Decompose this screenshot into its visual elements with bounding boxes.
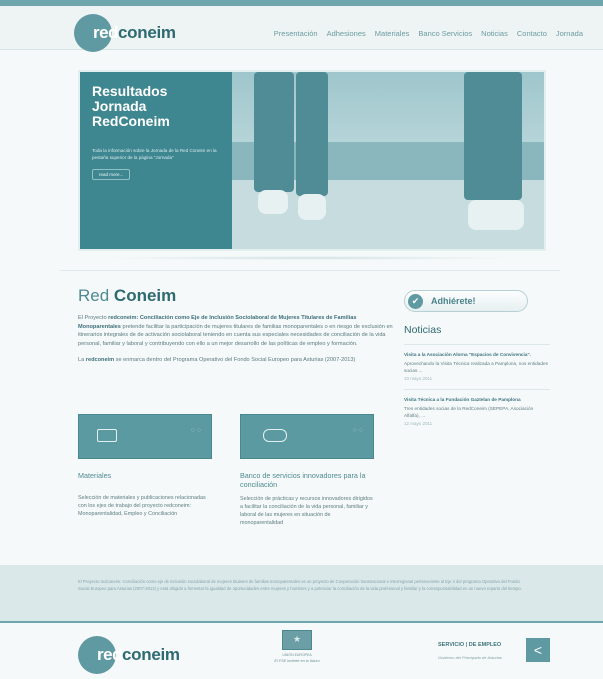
child-leg-left (254, 72, 294, 192)
card-banco-title[interactable]: Banco de servicios innovadores para la c… (240, 471, 374, 489)
nav-presentacion[interactable]: Presentación (274, 29, 318, 38)
news-item-body: Aprovechando la Visita Técnica realizada… (404, 361, 548, 373)
folder-icon (97, 429, 117, 442)
footer-logo[interactable]: red coneim (78, 636, 180, 674)
servicio-text-a: SERVICIO (438, 642, 465, 648)
servicio-mark-icon: < (526, 638, 550, 662)
hero-title: Resultados Jornada RedConeim (92, 83, 170, 129)
page-title: Red Coneim (78, 286, 396, 306)
news-item-title[interactable]: Visita Técnica a la Fundación Gaztelan d… (404, 396, 550, 403)
program-text-bold: redconeim (85, 357, 115, 363)
check-icon: ✔ (408, 293, 423, 309)
adult-leg (464, 72, 522, 200)
bubbles-icon: ○ ○ (352, 427, 363, 434)
section-divider (60, 270, 560, 271)
servicio-empleo-logo[interactable]: SERVICIO | DE EMPLEO Gobierno del Princi… (438, 638, 550, 666)
program-text-c: se enmarca dentro del Programa Operativo… (115, 357, 356, 363)
logo-text: coneim (118, 23, 176, 42)
news-item-date: 12 mayo 2011 (404, 421, 433, 426)
join-button[interactable]: ✔ Adhiérete! (404, 290, 528, 312)
chat-icon (263, 429, 287, 442)
site-header: red coneim Presentación Adhesiones Mater… (0, 6, 603, 52)
footer-accent-line (0, 621, 603, 623)
hero-image (232, 72, 544, 249)
nav-adhesiones[interactable]: Adhesiones (327, 29, 366, 38)
program-paragraph: La redconeim se enmarca dentro del Progr… (78, 356, 396, 365)
card-materiales[interactable]: ○ ○ Materiales Selección de materiales y… (78, 414, 212, 518)
title-part-a: Red (78, 286, 110, 305)
logo-text: coneim (122, 645, 180, 664)
logo-circle: red (74, 14, 118, 52)
nav-noticias[interactable]: Noticias (481, 29, 508, 38)
title-part-b: Coneim (113, 286, 177, 305)
intro-text-c: pretende facilitar la participación de m… (78, 323, 393, 347)
news-item-title[interactable]: Visita a la Asociación Alorna "Espacios … (404, 351, 550, 358)
servicio-text-b: DE EMPLEO (468, 642, 502, 648)
servicio-empleo-label: SERVICIO | DE EMPLEO (438, 642, 502, 648)
card-banco-servicios[interactable]: ○ ○ Banco de servicios innovadores para … (240, 414, 374, 527)
card-materiales-thumb[interactable]: ○ ○ (78, 414, 212, 459)
intro-text-a: El Proyecto (78, 315, 107, 321)
eu-slogan: El FSE invierte en tu futuro (274, 659, 320, 663)
hero-slider[interactable]: Resultados Jornada RedConeim Toda la inf… (78, 70, 546, 251)
eu-flag-icon (282, 630, 312, 650)
hero-caption: Resultados Jornada RedConeim Toda la inf… (80, 72, 232, 249)
servicio-subtitle: Gobierno del Principado de Asturias (438, 655, 502, 660)
eu-label: UNIÓN EUROPEA (282, 653, 312, 657)
sidebar: ✔ Adhiérete! Noticias Visita a la Asocia… (404, 290, 550, 426)
news-item-body: Tres entidades socias de la RedConeim (S… (404, 406, 534, 418)
logo-circle: red (78, 636, 122, 674)
news-item[interactable]: Visita a la Asociación Alorna "Espacios … (404, 344, 550, 381)
main-content: Red Coneim El Proyecto redconeim: Concil… (78, 286, 396, 365)
news-item[interactable]: Visita Técnica a la Fundación Gaztelan d… (404, 389, 550, 426)
child-foot-left (258, 190, 288, 214)
logo-prefix: red (97, 645, 122, 664)
main-nav: Presentación Adhesiones Materiales Banco… (274, 29, 583, 38)
footer-info: El Proyecto redconeim: Conciliación como… (0, 565, 603, 621)
nav-contacto[interactable]: Contacto (517, 29, 547, 38)
news-heading: Noticias (404, 324, 442, 336)
intro-paragraph: El Proyecto redconeim: Conciliación como… (78, 314, 396, 348)
card-materiales-text: Selección de materiales y publicaciones … (78, 495, 206, 517)
feature-cards: ○ ○ Materiales Selección de materiales y… (78, 414, 396, 544)
footer-text: El Proyecto redconeim: Conciliación como… (78, 579, 522, 591)
program-text-a: La (78, 357, 85, 363)
nav-materiales[interactable]: Materiales (375, 29, 410, 38)
hero-shadow (100, 256, 520, 260)
child-leg-right (296, 72, 328, 196)
adult-foot (468, 200, 524, 230)
hero-text: Toda la información sobre la Jornada de … (92, 148, 217, 160)
logo-prefix: red (93, 23, 118, 42)
join-button-label: Adhiérete! (431, 296, 476, 306)
bubbles-icon: ○ ○ (190, 427, 201, 434)
hero-read-more-button[interactable]: read more... (92, 169, 131, 180)
eu-logo[interactable]: UNIÓN EUROPEA El FSE invierte en tu futu… (268, 630, 326, 663)
nav-banco-servicios[interactable]: Banco Servicios (418, 29, 472, 38)
site-logo[interactable]: red coneim (74, 14, 176, 52)
card-banco-text: Selección de prácticas y recursos innova… (240, 496, 373, 526)
nav-jornada[interactable]: Jornada (556, 29, 583, 38)
card-banco-thumb[interactable]: ○ ○ (240, 414, 374, 459)
child-foot-right (298, 194, 326, 220)
news-item-date: 10 mayo 2011 (404, 376, 433, 381)
card-materiales-title[interactable]: Materiales (78, 471, 212, 480)
